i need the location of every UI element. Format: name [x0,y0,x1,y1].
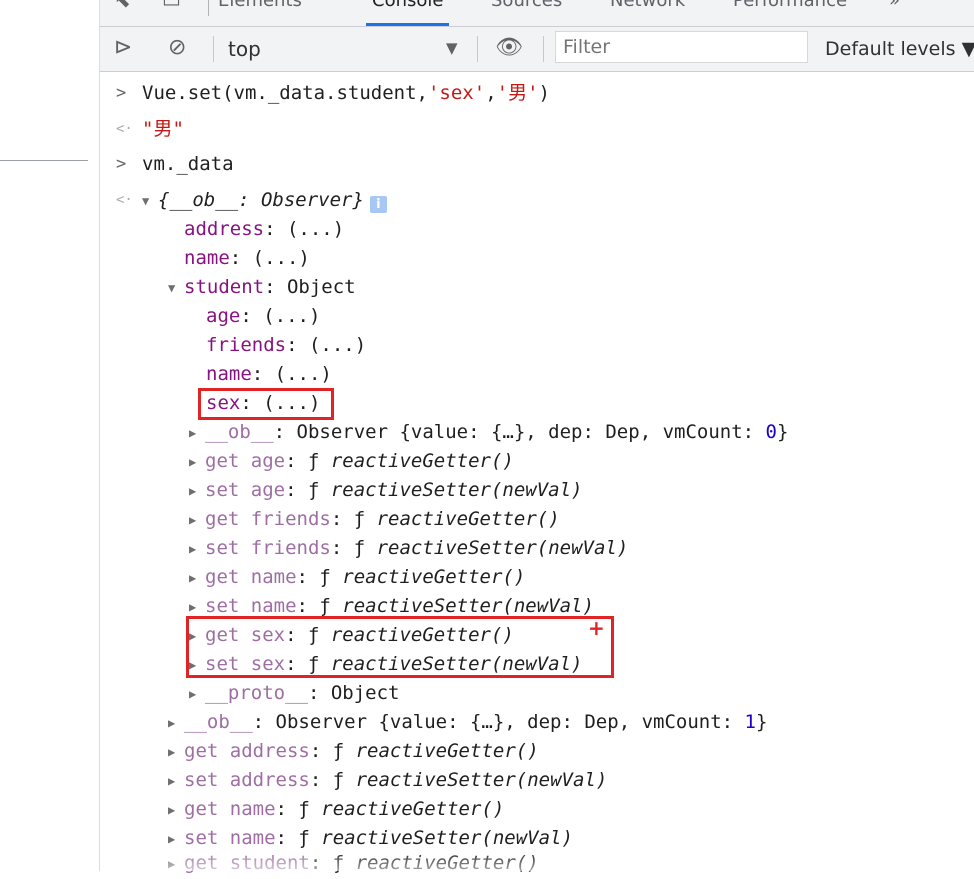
more-tabs-button[interactable]: » [889,0,900,11]
accessor-row[interactable]: ▶ get age: ƒ reactiveGetter() [189,447,514,476]
property-row[interactable]: name: (...) [184,244,310,273]
context-select[interactable]: top [228,36,261,62]
inspect-element-icon[interactable]: ⬉ [114,0,131,12]
collapsed-triangle-icon[interactable]: ▶ [168,709,184,738]
live-expression-eye-icon[interactable]: 👁 [495,34,523,62]
page-left-pane [0,0,100,871]
filter-input[interactable] [555,31,808,63]
accessor-row-set-sex[interactable]: ▶ set sex: ƒ reactiveSetter(newVal) [189,650,583,679]
tab-elements[interactable]: Elements [218,0,302,11]
accessor-row[interactable]: ▶ get address: ƒ reactiveGetter() [168,737,539,766]
devtools-panel: ⬉ ▭ Elements Console Sources Network Per… [100,0,974,874]
tab-sources[interactable]: Sources [491,0,562,11]
output-return-icon: <· [116,121,133,137]
tab-console[interactable]: Console [365,0,450,26]
accessor-row-get-sex[interactable]: ▶ get sex: ƒ reactiveGetter() [189,621,514,650]
collapsed-triangle-icon[interactable]: ▶ [189,535,205,564]
collapsed-triangle-icon[interactable]: ▶ [189,680,205,709]
tab-separator [208,0,209,16]
devtools-tab-bar: ⬉ ▭ Elements Console Sources Network Per… [100,0,974,27]
property-row-sex[interactable]: sex: (...) [206,389,320,418]
accessor-row[interactable]: ▶ set name: ƒ reactiveSetter(newVal) [189,592,594,621]
console-toolbar: ⊳ ⊘ top ▼ 👁 Default levels ▼ [100,27,974,72]
collapsed-triangle-icon[interactable]: ▶ [189,477,205,506]
device-toolbar-icon[interactable]: ▭ [162,0,181,12]
input-prompt-icon: > [116,83,127,103]
collapsed-triangle-icon[interactable]: ▶ [189,593,205,622]
accessor-row[interactable]: ▶ get name: ƒ reactiveGetter() [189,563,525,592]
property-row[interactable]: address: (...) [184,215,344,244]
toolbar-separator [477,36,478,62]
log-levels-dropdown[interactable]: Default levels ▼ [825,36,974,62]
property-row[interactable]: age: (...) [206,302,320,331]
collapsed-triangle-icon[interactable]: ▶ [189,506,205,535]
input-prompt-icon: > [116,154,127,174]
collapsed-triangle-icon[interactable]: ▶ [168,796,184,825]
toolbar-separator [543,36,544,62]
show-sidebar-icon[interactable]: ⊳ [114,34,132,62]
accessor-row[interactable]: ▶ get friends: ƒ reactiveGetter() [189,505,560,534]
cursor-crosshair-mark: + [588,616,605,640]
collapsed-triangle-icon[interactable]: ▶ [168,767,184,796]
property-row-proto[interactable]: ▶ __proto__: Object [189,679,399,708]
tab-performance[interactable]: Performance [733,0,847,11]
accessor-row[interactable]: ▶ set age: ƒ reactiveSetter(newVal) [189,476,583,505]
clear-console-icon[interactable]: ⊘ [168,34,186,62]
dropdown-arrow-icon[interactable]: ▼ [446,39,458,57]
expanded-triangle-icon[interactable]: ▼ [142,187,158,216]
collapsed-triangle-icon[interactable]: ▶ [189,419,205,448]
accessor-row[interactable]: ▶ get name: ƒ reactiveGetter() [168,795,504,824]
accessor-row[interactable]: ▶ set friends: ƒ reactiveSetter(newVal) [189,534,628,563]
observer-object-toggle[interactable]: ▼ {__ob__: Observer} i [142,186,387,216]
property-row-student[interactable]: ▼ student: Object [168,273,356,302]
collapsed-triangle-icon[interactable]: ▶ [189,564,205,593]
accessor-row[interactable]: ▶ set address: ƒ reactiveSetter(newVal) [168,766,607,795]
tab-network[interactable]: Network [610,0,685,11]
collapsed-triangle-icon[interactable]: ▶ [168,850,184,879]
property-row-ob[interactable]: ▶ __ob__: Observer {value: {…}, dep: Dep,… [189,418,788,447]
log-levels-label: Default levels [825,38,956,60]
info-icon[interactable]: i [369,196,387,213]
collapsed-triangle-icon[interactable]: ▶ [189,448,205,477]
collapsed-triangle-icon[interactable]: ▶ [189,622,205,651]
accessor-row[interactable]: ▶ get student: ƒ reactiveGetter() [168,849,539,878]
collapsed-triangle-icon[interactable]: ▶ [189,651,205,680]
expanded-triangle-icon[interactable]: ▼ [168,274,184,303]
output-return-icon: <· [116,192,133,208]
property-row-ob[interactable]: ▶ __ob__: Observer {value: {…}, dep: Dep,… [168,708,767,737]
divider-line [0,160,88,161]
property-row[interactable]: name: (...) [206,360,332,389]
toolbar-separator [213,36,214,62]
property-row[interactable]: friends: (...) [206,331,366,360]
collapsed-triangle-icon[interactable]: ▶ [168,738,184,767]
